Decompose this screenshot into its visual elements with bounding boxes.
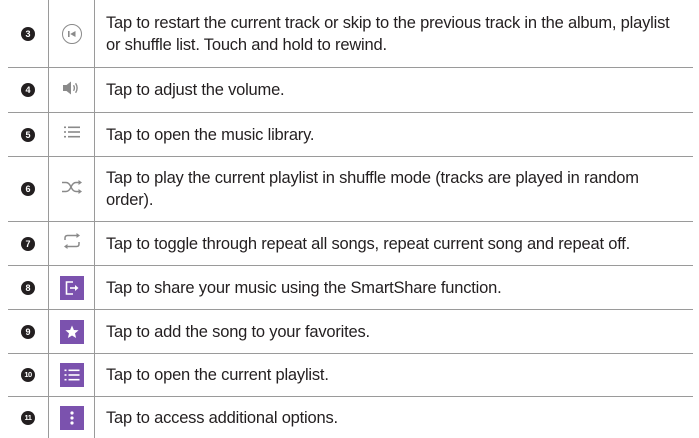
row-number-badge: 6 [21,182,35,196]
icon-cell [48,354,95,396]
row-number-cell: 4 [8,68,48,112]
row-number-cell: 5 [8,113,48,156]
repeat-icon [62,232,82,255]
smartshare-icon [59,275,84,300]
playlist-icon [59,363,84,387]
row-number-cell: 3 [8,0,48,67]
favorite-star-icon [59,319,84,344]
row-number-badge: 5 [21,127,35,142]
table-row-shuffle: 6 Tap to play the current playlist in sh… [8,156,693,221]
row-number-badge: 11 [21,410,35,425]
skip-previous-icon [61,23,82,44]
row-description: Tap to open the current playlist. [106,366,329,384]
icon-cell [48,157,95,221]
icon-cell [48,222,95,265]
icon-cell [48,397,95,438]
row-description: Tap to toggle through repeat all songs, … [106,234,631,253]
icon-cell [48,266,95,309]
row-description: Tap to play the current playlist in shuf… [106,169,639,209]
table-row-volume: 4 Tap to adjust the volume. [8,67,693,112]
row-number-badge: 8 [21,280,35,295]
row-description: Tap to add the song to your favorites. [106,322,370,341]
icon-cell [48,310,95,353]
row-number-badge: 4 [21,83,35,97]
row-description: Tap to adjust the volume. [106,81,285,99]
table-row-repeat: 7 Tap to toggle through repeat all songs… [8,221,693,265]
table-row-playlist: 10 Tap to open the current playlist. [8,353,693,396]
row-number-badge: 7 [21,236,35,251]
table-row-options: 11 Tap to access additional options. [8,396,693,438]
row-number-badge: 9 [21,324,35,339]
row-number-cell: 9 [8,310,48,353]
row-description: Tap to access additional options. [106,408,338,427]
music-library-icon [63,125,81,144]
icon-reference-table: 3 Tap to restart the current track or sk… [0,0,699,438]
row-number-cell: 6 [8,157,48,221]
table-row-favorite: 9 Tap to add the song to your favorites. [8,309,693,353]
table-row-restart: 3 Tap to restart the current track or sk… [8,0,693,67]
more-options-icon [59,405,84,430]
row-description: Tap to share your music using the SmartS… [106,278,502,297]
row-description: Tap to restart the current track or skip… [106,13,670,54]
volume-icon [62,80,82,101]
row-number-badge: 3 [21,26,35,41]
icon-cell [48,113,95,156]
row-number-cell: 8 [8,266,48,309]
row-number-badge: 10 [21,368,35,382]
table-row-library: 5 Tap to open the music library. [8,112,693,156]
row-number-cell: 11 [8,397,48,438]
row-number-cell: 10 [8,354,48,396]
shuffle-icon [61,179,83,200]
icon-cell [48,0,95,67]
row-number-cell: 7 [8,222,48,265]
row-description: Tap to open the music library. [106,125,315,144]
icon-cell [48,68,95,112]
table-row-smartshare: 8 Tap to share your music using the Smar… [8,265,693,309]
